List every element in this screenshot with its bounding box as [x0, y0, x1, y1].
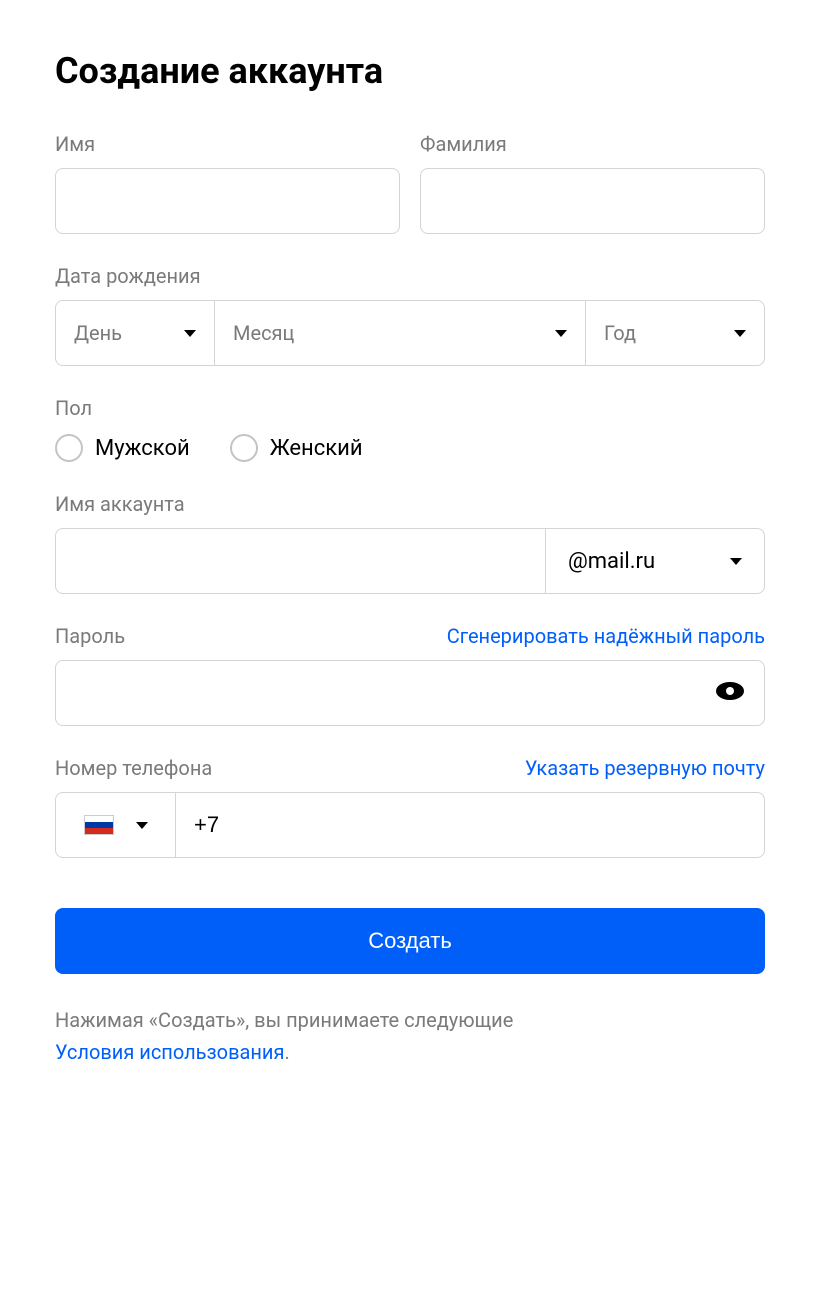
- create-button[interactable]: Создать: [55, 908, 765, 974]
- radio-icon: [55, 434, 83, 462]
- country-select[interactable]: [55, 792, 175, 858]
- flag-russia-icon: [84, 815, 114, 835]
- year-select-text: Год: [604, 321, 636, 345]
- day-select-text: День: [74, 321, 122, 345]
- chevron-down-icon: [555, 330, 567, 337]
- phone-label: Номер телефона: [55, 756, 212, 780]
- chevron-down-icon: [734, 330, 746, 337]
- year-select[interactable]: Год: [585, 300, 765, 366]
- radio-icon: [230, 434, 258, 462]
- first-name-input[interactable]: [55, 168, 400, 234]
- terms-prefix: Нажимая «Создать», вы принимаете следующ…: [55, 1008, 513, 1032]
- password-label: Пароль: [55, 624, 125, 648]
- gender-label: Пол: [55, 396, 92, 420]
- month-select-text: Месяц: [233, 321, 294, 345]
- password-input[interactable]: [55, 660, 765, 726]
- first-name-label: Имя: [55, 132, 400, 156]
- terms-link[interactable]: Условия использования: [55, 1040, 284, 1064]
- domain-select[interactable]: @mail.ru: [545, 528, 765, 594]
- eye-icon[interactable]: [715, 680, 745, 706]
- last-name-input[interactable]: [420, 168, 765, 234]
- domain-select-text: @mail.ru: [568, 549, 655, 574]
- terms-dot: .: [284, 1040, 289, 1064]
- phone-input[interactable]: [175, 792, 765, 858]
- backup-email-link[interactable]: Указать резервную почту: [525, 756, 765, 780]
- last-name-label: Фамилия: [420, 132, 765, 156]
- gender-male-label: Мужской: [95, 436, 190, 461]
- day-select[interactable]: День: [55, 300, 215, 366]
- generate-password-link[interactable]: Сгенерировать надёжный пароль: [447, 624, 765, 648]
- terms-text: Нажимая «Создать», вы принимаете следующ…: [55, 1004, 765, 1068]
- account-name-label: Имя аккаунта: [55, 492, 185, 516]
- gender-female-label: Женский: [270, 436, 363, 461]
- page-title: Создание аккаунта: [55, 50, 765, 92]
- birth-date-label: Дата рождения: [55, 264, 201, 288]
- gender-male-radio[interactable]: Мужской: [55, 434, 190, 462]
- gender-female-radio[interactable]: Женский: [230, 434, 363, 462]
- month-select[interactable]: Месяц: [215, 300, 585, 366]
- chevron-down-icon: [730, 558, 742, 565]
- account-name-input[interactable]: [55, 528, 545, 594]
- chevron-down-icon: [136, 822, 148, 829]
- chevron-down-icon: [184, 330, 196, 337]
